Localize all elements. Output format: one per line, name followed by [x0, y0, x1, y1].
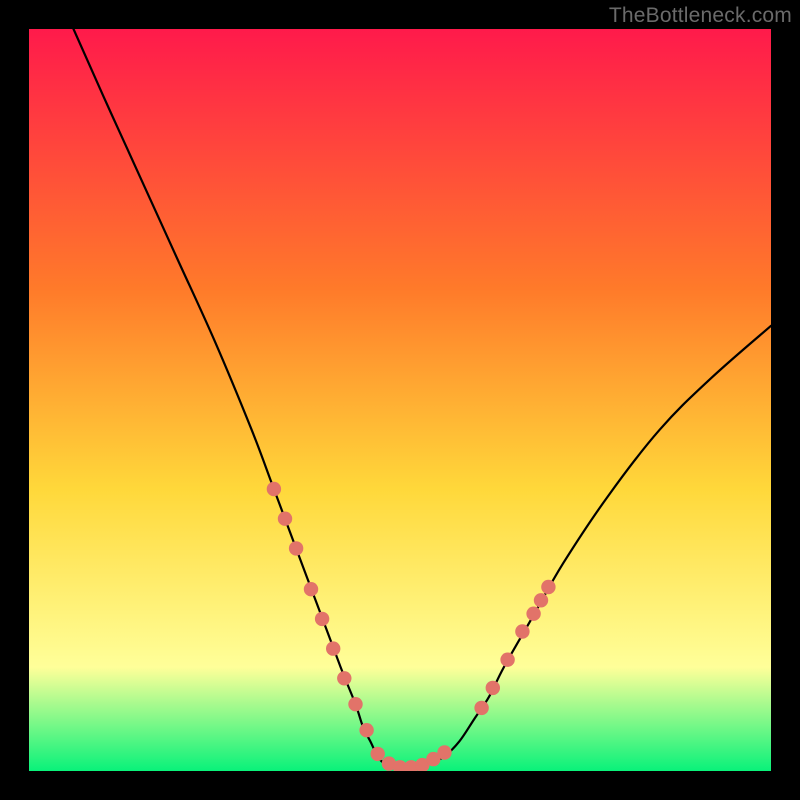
data-marker: [359, 723, 373, 737]
data-marker: [326, 641, 340, 655]
data-marker: [371, 747, 385, 761]
data-marker: [337, 671, 351, 685]
data-marker: [486, 681, 500, 695]
data-marker: [541, 580, 555, 594]
data-marker: [515, 624, 529, 638]
data-marker: [526, 607, 540, 621]
data-marker: [348, 697, 362, 711]
data-marker: [304, 582, 318, 596]
chart-area: [29, 29, 771, 771]
data-marker: [267, 482, 281, 496]
data-marker: [437, 745, 451, 759]
data-marker: [315, 612, 329, 626]
data-marker: [534, 593, 548, 607]
data-marker: [500, 653, 514, 667]
bottleneck-chart: [29, 29, 771, 771]
watermark-text: TheBottleneck.com: [609, 4, 792, 28]
data-marker: [278, 512, 292, 526]
data-marker: [474, 701, 488, 715]
gradient-background: [29, 29, 771, 771]
data-marker: [289, 541, 303, 555]
